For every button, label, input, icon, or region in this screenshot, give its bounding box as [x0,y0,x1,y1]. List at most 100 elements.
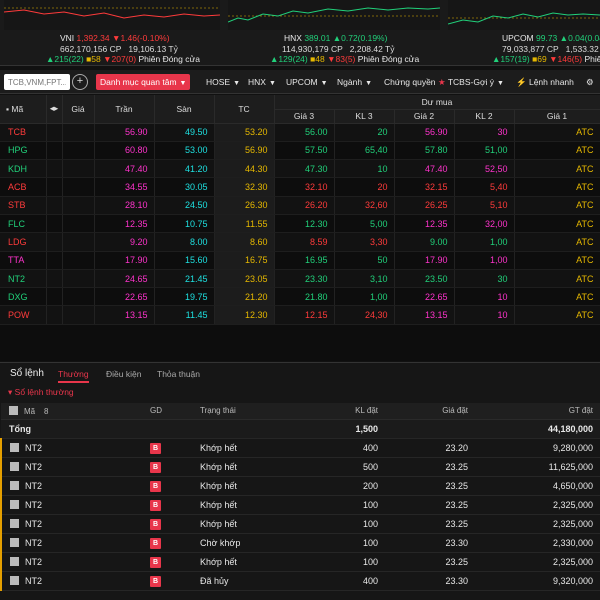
symbol-cell[interactable]: POW [0,305,47,325]
symbol-cell[interactable]: ACB [0,177,47,197]
ref-cell[interactable]: 44.30 [214,159,275,179]
tab-hnx[interactable]: HNX ▼ [244,74,280,90]
bid3-cell[interactable]: 12.30 [274,214,335,234]
row-checkbox[interactable] [10,575,19,585]
col-symbol[interactable]: ▪ Mã [0,95,47,124]
bid1-cell[interactable]: ATC [514,141,600,161]
bid1-cell[interactable]: ATC [514,177,600,197]
symbol-search-input[interactable] [4,74,70,90]
tab-watchlist[interactable]: Danh mục quan tâm ▼ [96,74,191,90]
ref-cell[interactable]: 32.30 [214,177,275,197]
col-vol3[interactable]: KL 3 [334,109,395,124]
symbol-cell[interactable]: TCB [0,123,47,142]
bid1-cell[interactable]: ATC [514,159,600,179]
ceiling-cell[interactable]: 13.15 [94,305,155,325]
symbol-cell[interactable]: TTA [0,251,47,270]
bid1-cell[interactable]: ATC [514,287,600,307]
ceiling-cell[interactable]: 28.10 [94,196,155,215]
bid3-cell[interactable]: 23.30 [274,269,335,289]
col-ceiling[interactable]: Trần [94,95,155,124]
col-ref[interactable]: TC [214,95,275,124]
table-row[interactable]: FLC 12.35 10.75 11.55 12.30 5,00 12.35 32,00 ATC [0,214,600,234]
bid2-cell[interactable]: 13.15 [394,305,455,325]
symbol-cell[interactable]: FLC [0,214,47,234]
bid2-cell[interactable]: 56.90 [394,123,455,142]
symbol-cell[interactable]: LDG [0,232,47,252]
bid2-cell[interactable]: 26.25 [394,196,455,215]
table-row[interactable]: POW 13.15 11.45 12.30 12.15 24,30 13.15 10 ATC [0,305,600,325]
row-checkbox[interactable] [10,480,19,490]
floor-cell[interactable]: 21.45 [154,269,215,289]
ref-cell[interactable]: 21.20 [214,287,275,307]
col-order-symbol[interactable]: Mã 8 [1,403,146,420]
ref-cell[interactable]: 11.55 [214,214,275,234]
table-row[interactable]: STB 28.10 24.50 26.30 26.20 32,60 26.25 5,10 ATC [0,196,600,215]
row-checkbox[interactable] [10,537,19,547]
symbol-cell[interactable]: HPG [0,141,47,161]
col-bid3[interactable]: Giá 3 [274,109,335,124]
col-bid1[interactable]: Giá 1 [514,109,600,124]
col-qty[interactable]: KL đặt [296,403,386,420]
bid1-cell[interactable]: ATC [514,123,600,142]
floor-cell[interactable]: 8.00 [154,232,215,252]
table-row[interactable]: TTA 17.90 15.60 16.75 16.95 50 17.90 1,00 ATC [0,251,600,270]
ref-cell[interactable]: 8.60 [214,232,275,252]
bid2-cell[interactable]: 22.65 [394,287,455,307]
floor-cell[interactable]: 11.45 [154,305,215,325]
bid1-cell[interactable]: ATC [514,269,600,289]
order-row[interactable]: NT2 B Khớp hết 100 23.25 2,325,000 [0,495,600,515]
order-row[interactable]: NT2 B Khớp hết 400 23.20 9,280,000 [0,438,600,458]
bid3-cell[interactable]: 16.95 [274,251,335,270]
ref-cell[interactable]: 53.20 [214,123,275,142]
col-side[interactable]: GD [146,403,196,420]
tab-negotiated-orders[interactable]: Thỏa thuận [157,369,200,379]
index-panel-upcom[interactable]: UPCOM 99.73 ▲0.04(0.04%) 79,033,877 CP 1… [444,0,600,66]
order-row[interactable]: NT2 B Khớp hết 100 23.25 2,325,000 [0,514,600,534]
tab-warrants[interactable]: Chứng quyền [380,74,440,90]
bid1-cell[interactable]: ATC [514,251,600,270]
bid2-cell[interactable]: 12.35 [394,214,455,234]
ceiling-cell[interactable]: 56.90 [94,123,155,142]
ceiling-cell[interactable]: 34.55 [94,177,155,197]
order-row[interactable]: NT2 B Khớp hết 100 23.25 2,325,000 [0,552,600,572]
bid2-cell[interactable]: 47.40 [394,159,455,179]
bid3-cell[interactable]: 8.59 [274,232,335,252]
symbol-cell[interactable]: NT2 [0,269,47,289]
tab-tcbs-suggest[interactable]: ★ TCBS-Gợi ý ▼ [434,74,508,90]
col-floor[interactable]: Sàn [154,95,215,124]
ceiling-cell[interactable]: 22.65 [94,287,155,307]
ref-cell[interactable]: 12.30 [214,305,275,325]
ceiling-cell[interactable]: 12.35 [94,214,155,234]
floor-cell[interactable]: 15.60 [154,251,215,270]
bid1-cell[interactable]: ATC [514,232,600,252]
col-price[interactable]: Giá [62,95,95,124]
ceiling-cell[interactable]: 47.40 [94,159,155,179]
add-symbol-button[interactable]: + [72,74,88,90]
floor-cell[interactable]: 49.50 [154,123,215,142]
floor-cell[interactable]: 10.75 [154,214,215,234]
tab-normal-orders[interactable]: Thường [58,369,89,383]
index-panel-hnx[interactable]: HNX 389.01 ▲0.72(0.19%) 114,930,179 CP 2… [224,0,444,66]
symbol-cell[interactable]: DXG [0,287,47,307]
bid2-cell[interactable]: 9.00 [394,232,455,252]
col-vol2[interactable]: KL 2 [454,109,515,124]
expand-arrows-icon[interactable]: ◂▸ [46,95,63,124]
table-row[interactable]: ACB 34.55 30.05 32.30 32.10 20 32.15 5,40 ATC [0,177,600,197]
row-checkbox[interactable] [10,461,19,471]
ref-cell[interactable]: 56.90 [214,141,275,161]
bid3-cell[interactable]: 12.15 [274,305,335,325]
bid3-cell[interactable]: 21.80 [274,287,335,307]
bid2-cell[interactable]: 23.50 [394,269,455,289]
table-row[interactable]: NT2 24.65 21.45 23.05 23.30 3,10 23.50 30 ATC [0,269,600,289]
ref-cell[interactable]: 26.30 [214,196,275,215]
tab-upcom[interactable]: UPCOM ▼ [282,74,332,90]
bid3-cell[interactable]: 32.10 [274,177,335,197]
bid1-cell[interactable]: ATC [514,305,600,325]
bid2-cell[interactable]: 17.90 [394,251,455,270]
floor-cell[interactable]: 19.75 [154,287,215,307]
ceiling-cell[interactable]: 24.65 [94,269,155,289]
table-row[interactable]: KDH 47.40 41.20 44.30 47.30 10 47.40 52,50 ATC [0,159,600,179]
floor-cell[interactable]: 41.20 [154,159,215,179]
tab-conditional-orders[interactable]: Điều kiện [106,369,141,379]
bid2-cell[interactable]: 32.15 [394,177,455,197]
